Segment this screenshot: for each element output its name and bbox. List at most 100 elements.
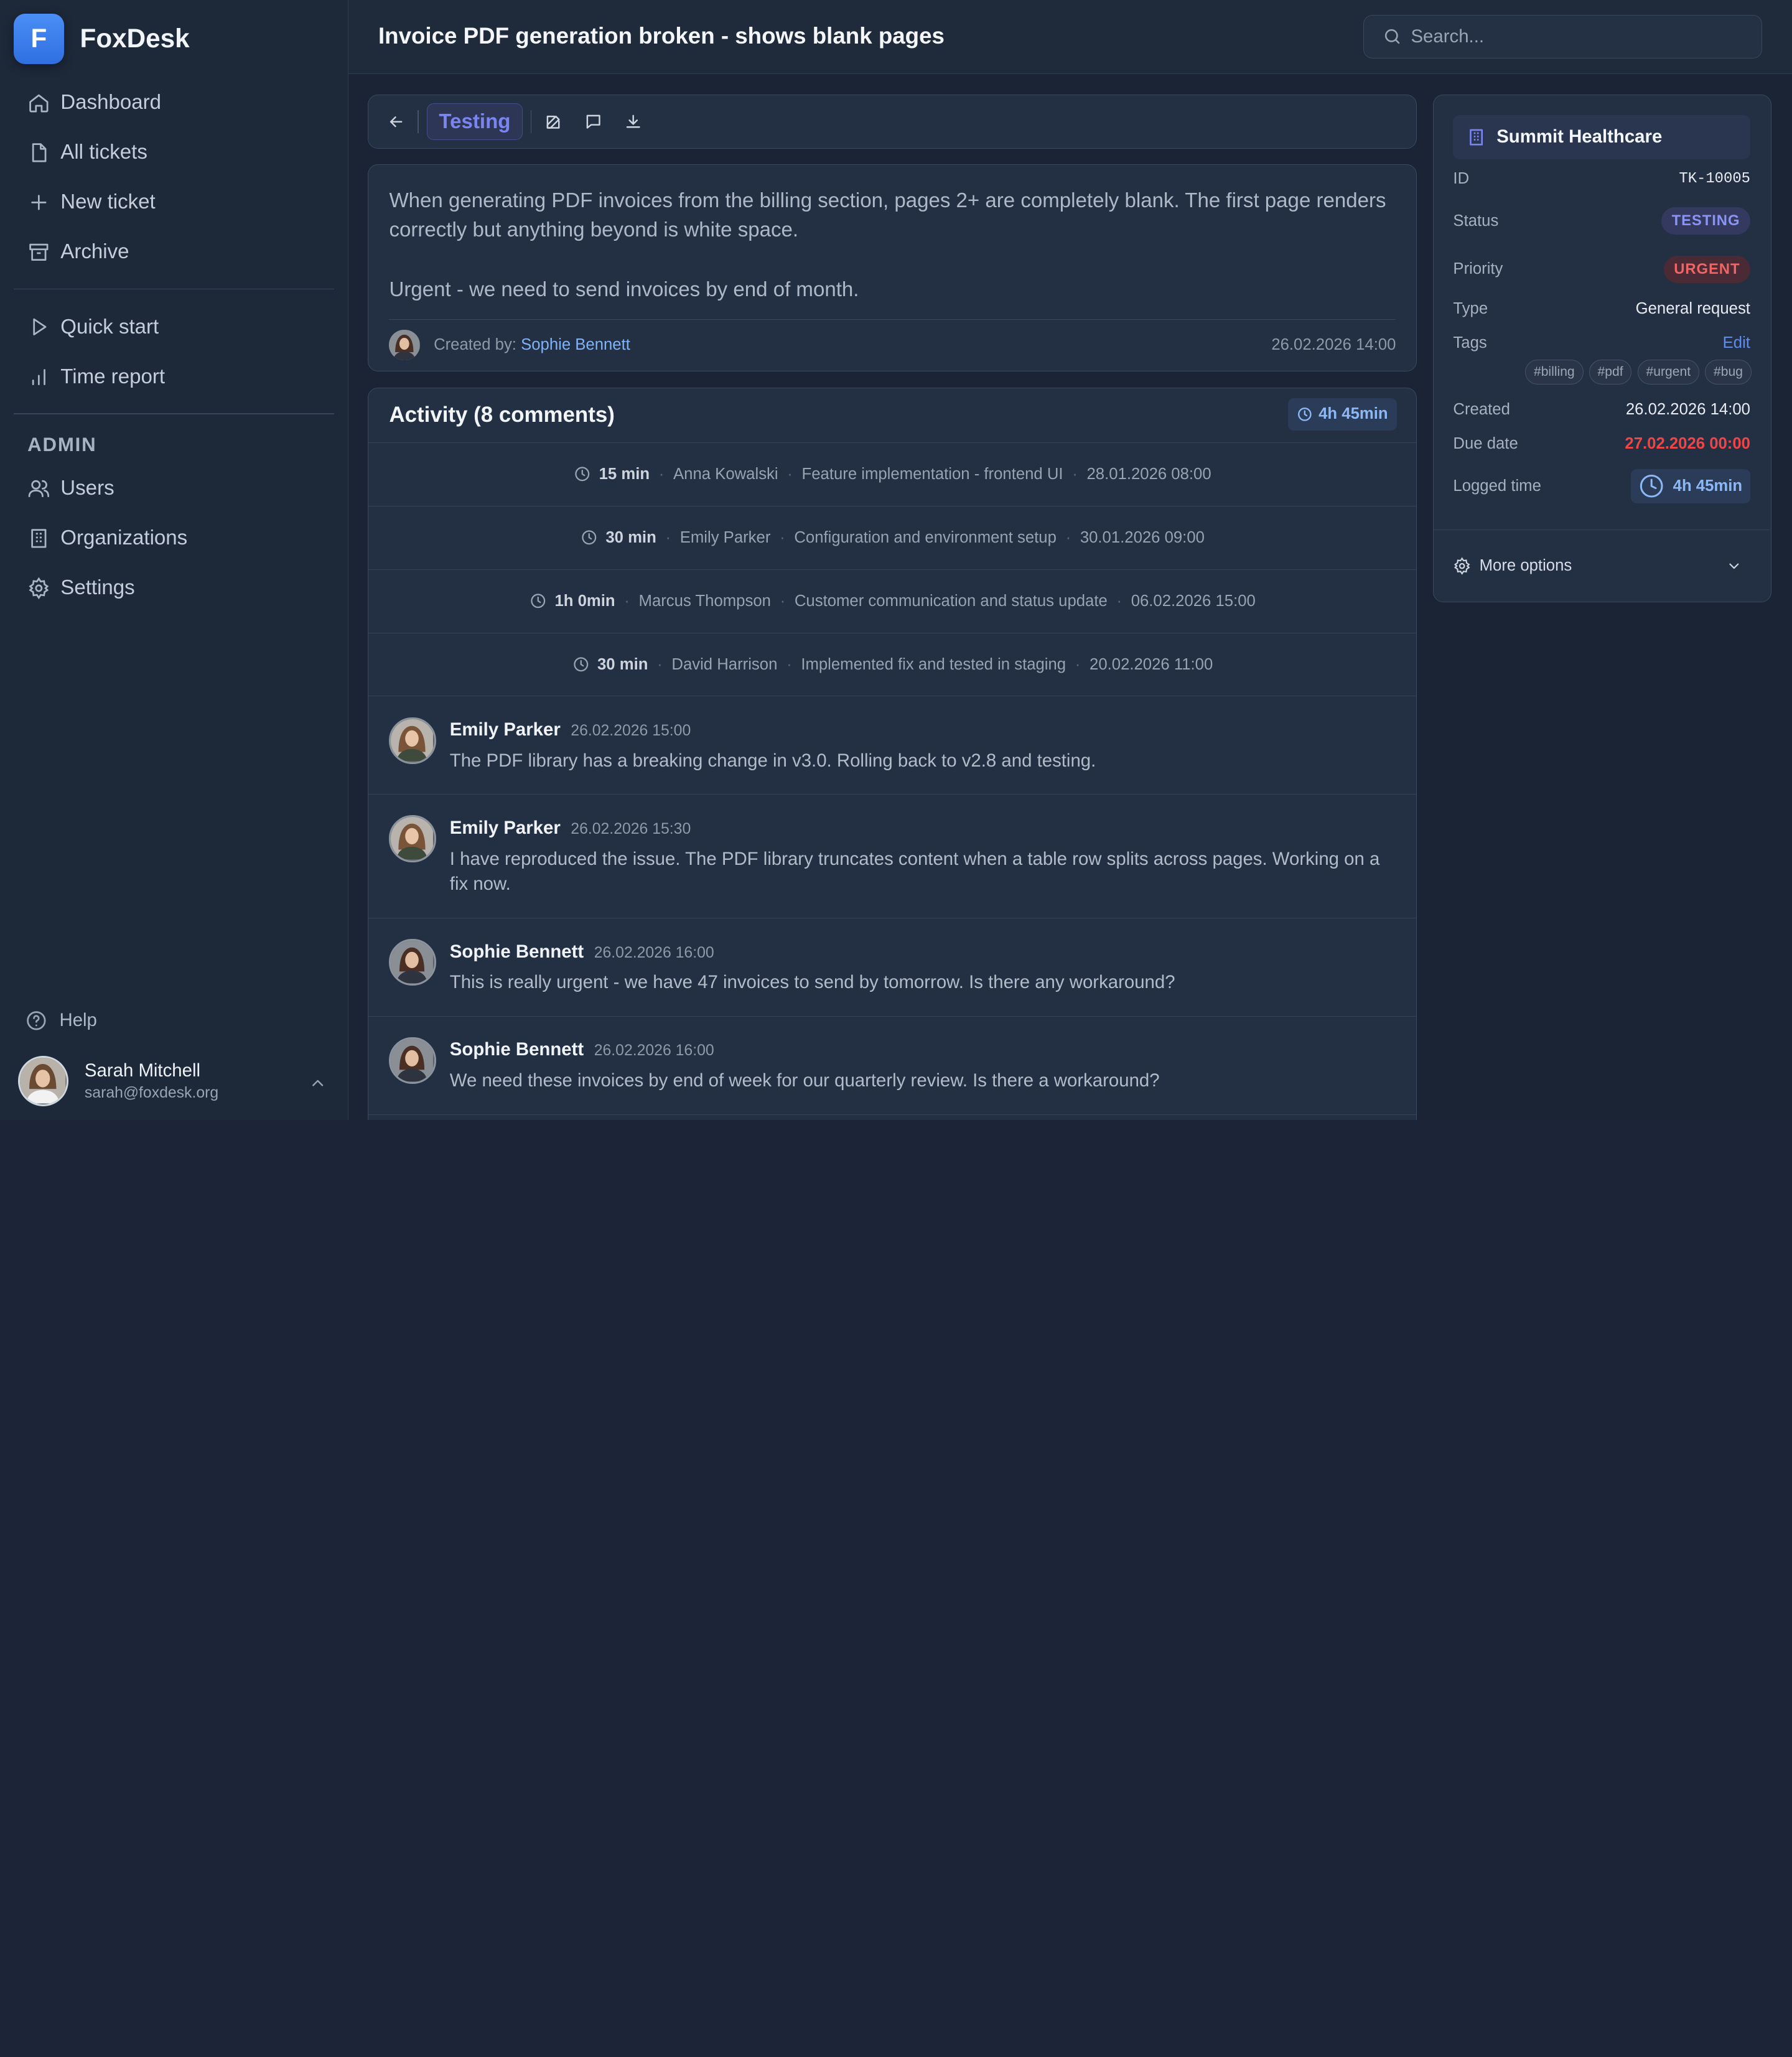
nav-item-quick-start[interactable]: Quick start xyxy=(14,302,334,352)
activity-header: Activity (8 comments) 4h 45min xyxy=(368,388,1417,443)
comment-item: Emily Parker 26.02.2026 15:30 I have repr… xyxy=(368,795,1417,918)
nav-item-all-tickets[interactable]: All tickets xyxy=(14,128,334,177)
detail-label: Status xyxy=(1453,212,1499,230)
total-time-badge: 4h 45min xyxy=(1287,398,1398,431)
comment-date: 26.02.2026 15:30 xyxy=(571,821,691,838)
log-note: Customer communication and status update xyxy=(794,592,1108,610)
nav-item-archive[interactable]: Archive xyxy=(14,227,334,277)
nav-item-time-report[interactable]: Time report xyxy=(14,352,334,402)
nav-label: New ticket xyxy=(60,190,156,214)
log-note: Configuration and environment setup xyxy=(794,528,1057,546)
detail-created: Created 26.02.2026 14:00 xyxy=(1453,401,1750,419)
detail-type: Type General request xyxy=(1453,300,1750,318)
chevron-down-icon xyxy=(1729,563,1739,569)
edit-tags-link[interactable]: Edit xyxy=(1723,334,1750,352)
log-note: Implemented fix and tested in staging xyxy=(801,655,1066,673)
comment-author[interactable]: Emily Parker xyxy=(450,818,561,839)
chevron-up-icon[interactable] xyxy=(309,1074,327,1092)
total-time: 4h 45min xyxy=(1318,405,1388,423)
file-icon xyxy=(32,142,47,162)
clock-icon xyxy=(1640,475,1663,498)
nav-item-users[interactable]: Users xyxy=(14,464,334,513)
time-log-row: 30 min · David Harrison · Implemented fix … xyxy=(368,633,1417,697)
download-button[interactable] xyxy=(620,108,647,136)
search-box[interactable] xyxy=(1363,14,1763,58)
edit-button[interactable] xyxy=(539,108,567,136)
user-name: Sarah Mitchell xyxy=(84,1060,201,1081)
user-menu[interactable]: Sarah Mitchell sarah@foxdesk.org xyxy=(18,1056,334,1106)
detail-due: Due date 27.02.2026 00:00 xyxy=(1453,435,1750,453)
back-button[interactable] xyxy=(382,108,409,136)
nav-label: Users xyxy=(60,476,114,500)
detail-label: Priority xyxy=(1453,260,1503,278)
comment-button[interactable] xyxy=(580,108,607,136)
organization-link[interactable]: Summit Healthcare xyxy=(1453,114,1750,160)
nav-label: Quick start xyxy=(60,315,159,338)
log-duration: 15 min xyxy=(599,465,650,483)
detail-label: Tags xyxy=(1453,334,1487,352)
nav-item-organizations[interactable]: Organizations xyxy=(14,513,334,563)
tag[interactable]: #billing xyxy=(1525,359,1584,385)
log-author: Marcus Thompson xyxy=(638,592,771,610)
more-options-toggle[interactable]: More options xyxy=(1434,529,1770,602)
home-icon xyxy=(29,94,49,113)
detail-label: Created xyxy=(1453,400,1510,418)
help-icon xyxy=(27,1011,46,1030)
nav-item-settings[interactable]: Settings xyxy=(14,563,334,613)
avatar xyxy=(389,1037,436,1084)
comment-date: 26.02.2026 16:00 xyxy=(594,1042,714,1060)
comment-author[interactable]: Sophie Bennett xyxy=(450,941,584,963)
description-footer: Created by: Sophie Bennett 26.02.2026 14… xyxy=(389,319,1396,370)
comment-author[interactable]: Sophie Bennett xyxy=(450,1039,584,1060)
nav-divider xyxy=(14,288,335,290)
creator-link[interactable]: Sophie Bennett xyxy=(521,336,630,353)
avatar xyxy=(389,815,436,862)
brand[interactable]: F FoxDesk xyxy=(0,0,348,78)
detail-priority: Priority URGENT xyxy=(1453,255,1750,283)
ticket-toolbar: Testing xyxy=(368,95,1417,149)
nav-label: All tickets xyxy=(60,141,147,164)
detail-label: ID xyxy=(1453,169,1470,187)
arrow-left-icon xyxy=(390,116,403,128)
archive-icon xyxy=(29,243,49,261)
log-date: 28.01.2026 08:00 xyxy=(1086,465,1211,483)
search-input[interactable] xyxy=(1411,26,1743,47)
help-link[interactable]: Help xyxy=(25,1009,97,1032)
clock-icon xyxy=(582,530,597,545)
search-icon xyxy=(1384,29,1399,44)
tag[interactable]: #bug xyxy=(1705,359,1752,385)
detail-id: ID TK-10005 xyxy=(1453,170,1750,188)
nav-label: Organizations xyxy=(60,526,188,550)
sidebar: F FoxDesk Dashboard All tickets New tick… xyxy=(0,0,349,1120)
tag[interactable]: #pdf xyxy=(1589,359,1632,385)
nav-item-new-ticket[interactable]: New ticket xyxy=(14,177,334,227)
comment-author[interactable]: Emily Parker xyxy=(450,719,561,740)
logged-time: 4h 45min xyxy=(1673,477,1743,495)
log-date: 20.02.2026 11:00 xyxy=(1090,655,1213,673)
log-note: Feature implementation - frontend UI xyxy=(801,465,1063,483)
tag[interactable]: #urgent xyxy=(1637,359,1699,385)
detail-status: Status TESTING xyxy=(1453,207,1750,235)
created-date: 26.02.2026 14:00 xyxy=(1271,336,1396,354)
log-duration: 1h 0min xyxy=(554,592,615,610)
ticket-id: TK-10005 xyxy=(1679,170,1750,187)
log-duration: 30 min xyxy=(605,528,656,546)
clock-icon xyxy=(531,594,546,609)
admin-heading: ADMIN xyxy=(27,434,97,456)
time-log-row: 1h 0min · Marcus Thompson · Customer commu… xyxy=(368,570,1417,633)
created-by-label: Created by: xyxy=(434,335,516,353)
ticket-type: General request xyxy=(1635,300,1750,318)
comment-item: Sophie Bennett 26.02.2026 16:00 We need t… xyxy=(368,1017,1417,1115)
gear-icon xyxy=(29,577,49,599)
comment-text: We need these invoices by end of week fo… xyxy=(449,1070,1160,1091)
bar-chart-icon xyxy=(32,369,45,386)
status-dropdown[interactable]: Testing xyxy=(427,103,523,140)
created-date: 26.02.2026 14:00 xyxy=(1625,400,1750,418)
log-date: 06.02.2026 15:00 xyxy=(1131,592,1256,610)
main-nav: Dashboard All tickets New ticket Archive… xyxy=(0,78,348,613)
nav-item-dashboard[interactable]: Dashboard xyxy=(14,78,334,128)
toolbar-divider xyxy=(418,110,419,133)
comment-text: The PDF library has a breaking change in… xyxy=(449,750,1096,772)
avatar xyxy=(389,717,436,764)
log-date: 30.01.2026 09:00 xyxy=(1080,528,1205,546)
